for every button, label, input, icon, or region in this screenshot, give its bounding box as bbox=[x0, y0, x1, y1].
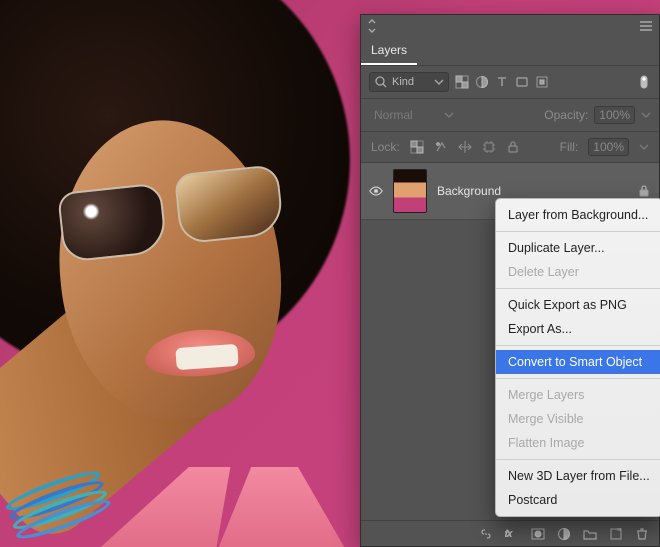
visibility-eye-icon[interactable] bbox=[369, 184, 383, 198]
lock-artboard-icon[interactable] bbox=[482, 140, 496, 154]
lock-all-icon[interactable] bbox=[506, 140, 520, 154]
layer-thumbnail[interactable] bbox=[393, 169, 427, 213]
menu-separator bbox=[496, 378, 660, 379]
menu-item[interactable]: Layer from Background... bbox=[496, 203, 660, 227]
menu-item: Delete Layer bbox=[496, 260, 660, 284]
layer-mask-icon[interactable] bbox=[531, 527, 545, 541]
fx-icon[interactable]: fx bbox=[505, 527, 519, 541]
filter-type-icon[interactable] bbox=[495, 75, 509, 89]
filter-smartobject-icon[interactable] bbox=[535, 75, 549, 89]
panel-tabbar: Layers bbox=[361, 37, 659, 65]
filter-adjustment-icon[interactable] bbox=[475, 75, 489, 89]
collapse-icon[interactable] bbox=[367, 19, 381, 33]
fill-label: Fill: bbox=[560, 140, 579, 154]
menu-separator bbox=[496, 459, 660, 460]
menu-separator bbox=[496, 288, 660, 289]
menu-item: Flatten Image bbox=[496, 431, 660, 455]
menu-item[interactable]: Convert to Smart Object bbox=[496, 350, 660, 374]
menu-item[interactable]: Postcard bbox=[496, 488, 660, 512]
document-canvas: Layers Kind bbox=[0, 0, 660, 547]
lock-icon bbox=[637, 184, 651, 198]
opacity-value: 100% bbox=[599, 108, 630, 122]
lock-label: Lock: bbox=[371, 140, 400, 154]
menu-separator bbox=[496, 345, 660, 346]
menu-item[interactable]: Duplicate Layer... bbox=[496, 236, 660, 260]
filter-shape-icon[interactable] bbox=[515, 75, 529, 89]
menu-item: Merge Layers bbox=[496, 383, 660, 407]
photo-teeth bbox=[175, 344, 238, 370]
panel-footer: fx bbox=[361, 520, 659, 546]
filter-toggle-icon[interactable] bbox=[637, 75, 651, 89]
lock-position-icon[interactable] bbox=[458, 140, 472, 154]
search-icon bbox=[374, 75, 388, 89]
layer-filter-row: Kind bbox=[361, 65, 659, 99]
menu-item[interactable]: Quick Export as PNG bbox=[496, 293, 660, 317]
layer-context-menu: Layer from Background... Duplicate Layer.… bbox=[495, 198, 660, 517]
adjustment-layer-icon[interactable] bbox=[557, 527, 571, 541]
menu-item: Merge Visible bbox=[496, 407, 660, 431]
link-layers-icon[interactable] bbox=[479, 527, 493, 541]
blend-mode-select[interactable]: Normal bbox=[369, 105, 459, 125]
lock-transparency-icon[interactable] bbox=[410, 140, 424, 154]
opacity-field[interactable]: 100% bbox=[594, 106, 635, 124]
layer-name[interactable]: Background bbox=[437, 184, 501, 198]
menu-item[interactable]: New 3D Layer from File... bbox=[496, 464, 660, 488]
filter-kind-label: Kind bbox=[392, 76, 414, 88]
lock-image-icon[interactable] bbox=[434, 140, 448, 154]
opacity-label: Opacity: bbox=[544, 108, 588, 122]
panel-menu-icon[interactable] bbox=[639, 19, 653, 33]
chevron-down-icon[interactable] bbox=[641, 110, 651, 120]
trash-icon[interactable] bbox=[635, 527, 649, 541]
new-layer-icon[interactable] bbox=[609, 527, 623, 541]
chevron-down-icon[interactable] bbox=[639, 142, 649, 152]
menu-separator bbox=[496, 231, 660, 232]
blend-mode-value: Normal bbox=[374, 108, 413, 122]
group-icon[interactable] bbox=[583, 527, 597, 541]
lock-row: Lock: Fill: 100% bbox=[361, 132, 659, 163]
filter-pixel-icon[interactable] bbox=[455, 75, 469, 89]
fill-field[interactable]: 100% bbox=[588, 138, 629, 156]
menu-item[interactable]: Export As... bbox=[496, 317, 660, 341]
tab-layers[interactable]: Layers bbox=[361, 37, 417, 65]
svg-text:fx: fx bbox=[505, 529, 512, 539]
blend-row: Normal Opacity: 100% bbox=[361, 99, 659, 132]
fill-value: 100% bbox=[593, 140, 624, 154]
filter-kind-select[interactable]: Kind bbox=[369, 72, 449, 92]
